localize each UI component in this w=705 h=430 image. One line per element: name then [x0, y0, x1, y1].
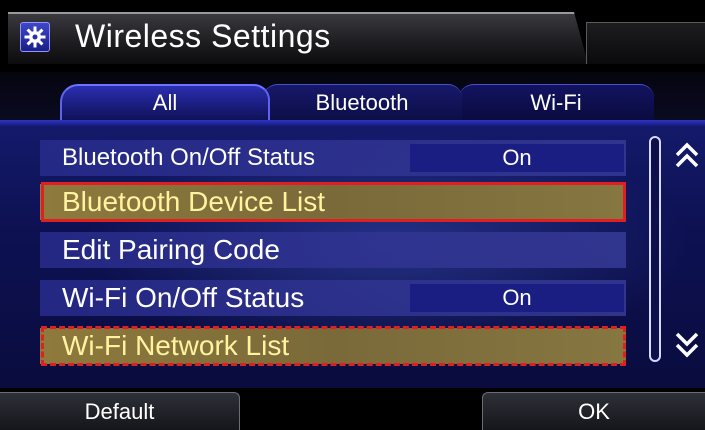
page-title: Wireless Settings	[75, 18, 331, 54]
list-item-label: Wi-Fi On/Off Status	[62, 282, 305, 313]
status-value: On	[410, 144, 624, 172]
wireless-settings-screen: Wireless Settings Wi-Fi Bluetooth All Bl…	[0, 0, 705, 430]
tab-all[interactable]: All	[60, 84, 270, 120]
scrollbar[interactable]	[649, 136, 661, 362]
title-bar: Wireless Settings	[0, 0, 705, 72]
list-item-bluetooth-device-list[interactable]: Bluetooth Device List	[40, 184, 626, 220]
ok-button[interactable]: OK	[482, 392, 705, 430]
list-item-wifi-network-list[interactable]: Wi-Fi Network List	[40, 328, 626, 364]
double-chevron-up-icon[interactable]	[672, 138, 702, 174]
status-value: On	[410, 284, 624, 312]
list-item-label: Bluetooth Device List	[62, 186, 326, 217]
list-item-bluetooth-status[interactable]: Bluetooth On/Off Status On	[40, 140, 626, 176]
list-item-edit-pairing-code[interactable]: Edit Pairing Code	[40, 232, 626, 268]
list-item-label: Bluetooth On/Off Status	[62, 144, 316, 171]
double-chevron-down-icon[interactable]	[672, 326, 702, 362]
list-item-label: Edit Pairing Code	[62, 234, 280, 265]
default-button[interactable]: Default	[0, 392, 240, 430]
tab-bluetooth[interactable]: Bluetooth	[262, 84, 462, 120]
gear-icon	[20, 22, 50, 52]
list-item-label: Wi-Fi Network List	[62, 330, 290, 361]
list-item-wifi-status[interactable]: Wi-Fi On/Off Status On	[40, 280, 626, 316]
tab-wifi[interactable]: Wi-Fi	[458, 84, 654, 120]
title-bar-filler	[586, 22, 705, 64]
